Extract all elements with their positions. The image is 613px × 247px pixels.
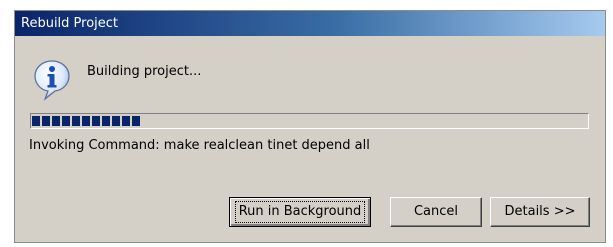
status-message: Building project... <box>87 64 202 79</box>
run-in-background-label: Run in Background <box>234 201 366 223</box>
details-button[interactable]: Details >> <box>490 197 590 227</box>
details-label: Details >> <box>504 204 576 219</box>
info-icon <box>34 60 70 101</box>
window-title: Rebuild Project <box>21 16 119 31</box>
rebuild-project-dialog: Rebuild Project Building project... Invo… <box>14 10 606 243</box>
cancel-button[interactable]: Cancel <box>390 197 482 227</box>
run-in-background-button[interactable]: Run in Background <box>229 197 371 227</box>
title-bar[interactable]: Rebuild Project <box>15 11 605 36</box>
cancel-label: Cancel <box>413 204 459 219</box>
progress-bar <box>30 113 589 129</box>
command-status-text: Invoking Command: make realclean tinet d… <box>29 138 370 153</box>
progress-fill <box>32 116 142 126</box>
